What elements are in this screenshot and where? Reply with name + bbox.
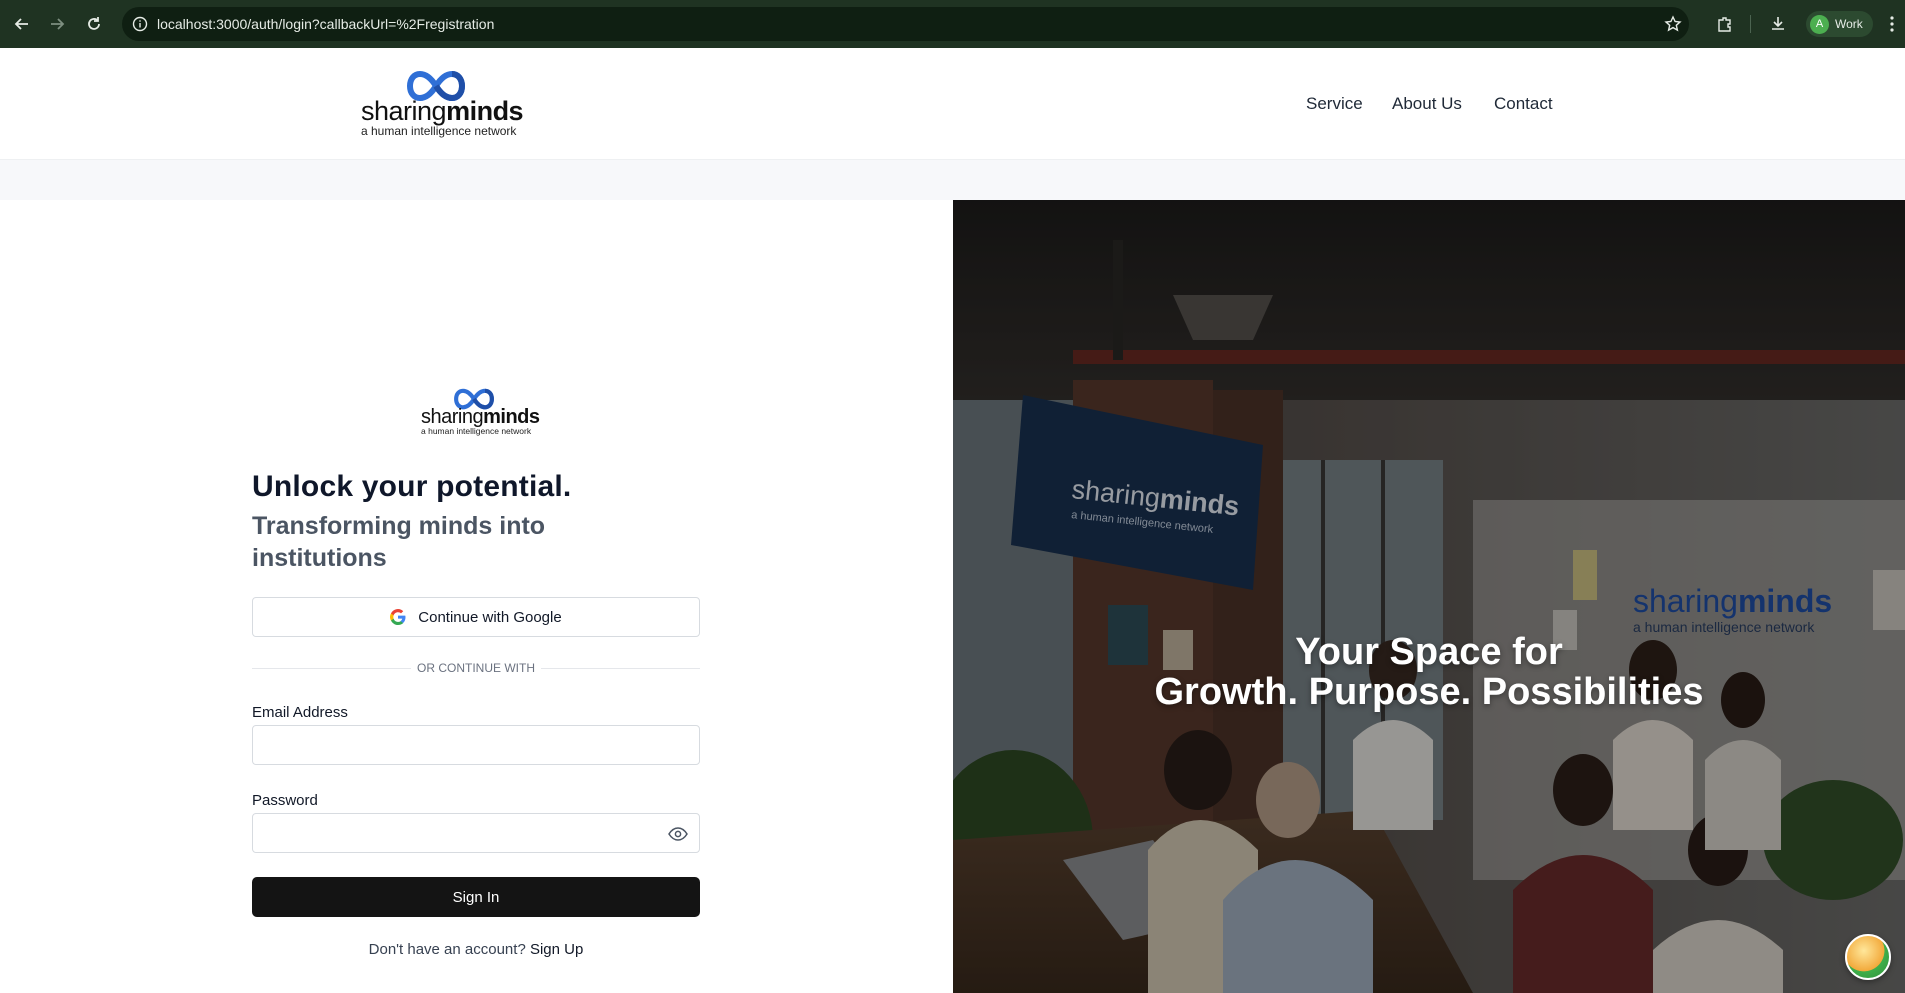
password-label: Password [252, 792, 318, 809]
signup-prompt: Don't have an account? Sign Up [252, 941, 700, 958]
download-icon[interactable] [1766, 12, 1790, 36]
password-input[interactable] [252, 813, 700, 853]
toolbar-divider [1750, 15, 1751, 33]
login-subheadline: Transforming minds into institutions [252, 512, 546, 572]
extensions-icon[interactable] [1713, 12, 1737, 36]
continue-with-google-button[interactable]: Continue with Google [252, 597, 700, 637]
login-logo: sharingminds a human intelligence networ… [421, 388, 540, 438]
login-headline: Unlock your potential. [252, 470, 572, 503]
email-label: Email Address [252, 704, 348, 721]
menu-icon[interactable] [1883, 12, 1901, 36]
site-header [0, 48, 1905, 160]
header-spacer [0, 160, 1905, 200]
email-input[interactable] [252, 725, 700, 765]
profile-chip[interactable]: A Work [1806, 11, 1873, 37]
forward-icon[interactable] [45, 12, 69, 36]
or-divider: OR CONTINUE WITH [252, 660, 700, 676]
profile-label: Work [1835, 17, 1863, 31]
nav-contact[interactable]: Contact [1494, 94, 1553, 114]
google-icon [390, 609, 406, 625]
nav-about-us[interactable]: About Us [1392, 94, 1462, 114]
header-logo[interactable]: sharingminds a human intelligence networ… [361, 70, 524, 140]
bookmark-star-icon[interactable] [1661, 12, 1685, 36]
hero-panel: sharingminds a human intelligence networ… [953, 200, 1905, 993]
url-text[interactable]: localhost:3000/auth/login?callbackUrl=%2… [157, 16, 494, 32]
profile-avatar: A [1810, 14, 1829, 34]
logo-tagline: a human intelligence network [361, 124, 517, 138]
logo-wordmark: sharingminds [361, 96, 524, 126]
sign-up-link[interactable]: Sign Up [530, 941, 583, 958]
sign-in-button[interactable]: Sign In [252, 877, 700, 917]
signup-prompt-text: Don't have an account? [368, 941, 526, 958]
hero-heading-line1: Your Space for [1295, 631, 1563, 673]
eye-icon[interactable] [666, 822, 690, 846]
site-info-icon[interactable] [132, 16, 148, 37]
office-photo: sharingminds a human intelligence networ… [953, 200, 1905, 993]
browser-toolbar: localhost:3000/auth/login?callbackUrl=%2… [0, 0, 1905, 48]
google-button-label: Continue with Google [418, 608, 562, 626]
divider-text: OR CONTINUE WITH [252, 661, 700, 675]
hero-heading-line2: Growth. Purpose. Possibilities [1154, 671, 1704, 713]
hero-heading: Your Space for Growth. Purpose. Possibil… [953, 632, 1905, 712]
assistant-avatar-icon[interactable] [1845, 934, 1891, 980]
back-icon[interactable] [10, 12, 34, 36]
reload-icon[interactable] [82, 12, 106, 36]
logo-tagline: a human intelligence network [421, 426, 532, 436]
nav-service[interactable]: Service [1306, 94, 1363, 114]
